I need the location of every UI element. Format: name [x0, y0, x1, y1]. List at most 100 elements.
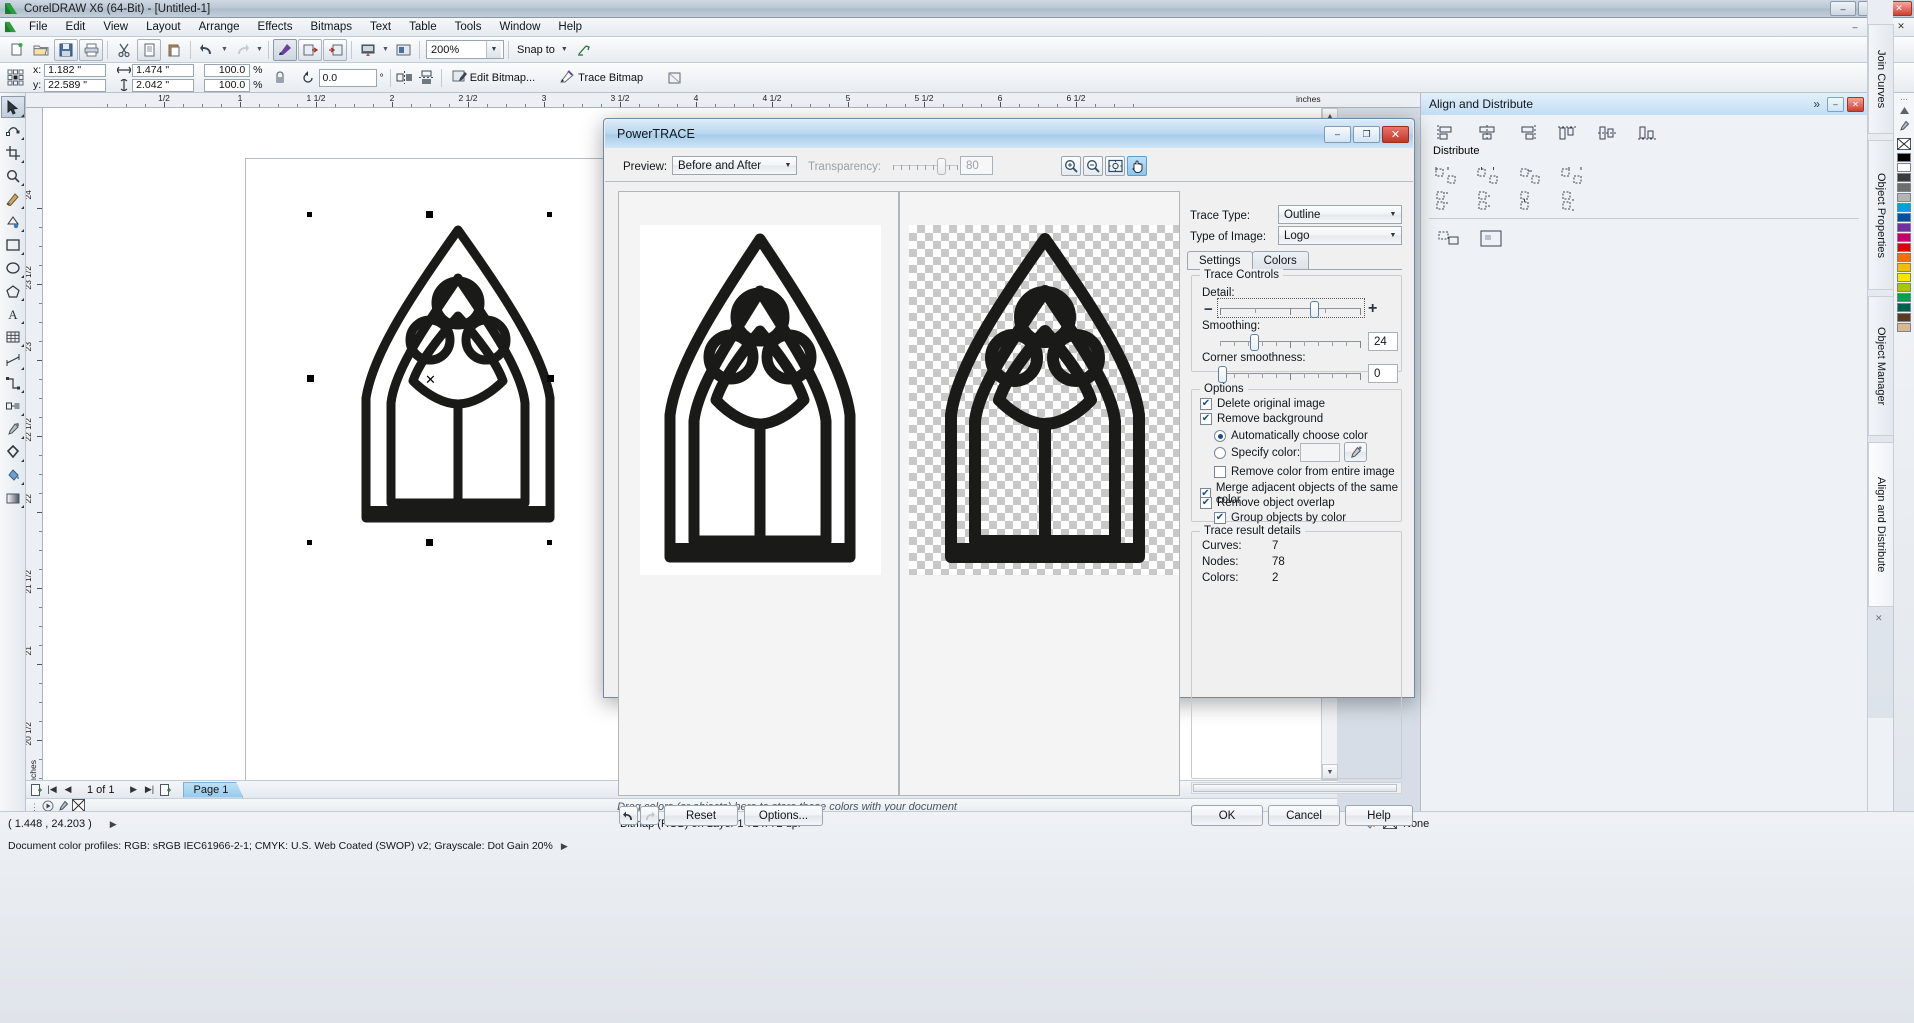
distribute-to-selection-button[interactable]	[1435, 227, 1463, 251]
tab-colors[interactable]: Colors	[1251, 251, 1309, 270]
tool-freehand[interactable]	[1, 188, 25, 210]
y-position-input[interactable]: 22.589 "	[44, 78, 107, 92]
color-swatch-gold[interactable]	[1897, 263, 1911, 272]
distribute-center-horizontal-button[interactable]	[1475, 165, 1503, 189]
vertical-ruler[interactable]: 2423 1/22322 1/22221 1/22120 1/220	[26, 108, 43, 780]
distribute-top-button[interactable]	[1433, 189, 1461, 213]
previous-page-button[interactable]: ◀	[61, 783, 75, 797]
remove-background-checkbox[interactable]: ✔ Remove background	[1200, 413, 1323, 425]
tool-pick[interactable]	[0, 96, 25, 118]
paste-button[interactable]	[162, 39, 186, 61]
cut-button[interactable]	[112, 39, 136, 61]
smoothing-slider[interactable]	[1220, 332, 1361, 351]
zoom-out-icon[interactable]	[1083, 156, 1103, 176]
distribute-center-vertical-button[interactable]	[1475, 189, 1503, 213]
tool-interactive-fill[interactable]	[1, 487, 25, 509]
selection-handle-nw[interactable]	[307, 212, 312, 217]
add-page-after-button[interactable]	[159, 783, 173, 797]
color-palette-eyedropper-icon[interactable]	[1898, 120, 1910, 135]
distribute-spacing-horizontal-button[interactable]	[1517, 165, 1545, 189]
tool-color-eyedropper[interactable]	[1, 418, 25, 440]
undo-button[interactable]	[195, 39, 219, 61]
menu-tools[interactable]: Tools	[446, 19, 491, 35]
powertrace-minimize-button[interactable]: –	[1324, 125, 1351, 143]
publish-to-pdf-button[interactable]	[356, 39, 380, 61]
distribute-spacing-vertical-button[interactable]	[1517, 189, 1545, 213]
mirror-vertical-button[interactable]	[416, 67, 438, 89]
undo-dropdown-arrow[interactable]: ▼	[220, 39, 229, 61]
transparency-slider[interactable]	[893, 156, 958, 175]
color-swatch-tan[interactable]	[1897, 323, 1911, 332]
selection-handle-sw[interactable]	[307, 540, 312, 545]
flyout-arrow-icon[interactable]	[20, 390, 24, 393]
docker-close-button[interactable]: ✕	[1847, 96, 1864, 112]
group-objects-by-color-checkbox[interactable]: ✔ Group objects by color	[1214, 512, 1346, 524]
flyout-arrow-icon[interactable]	[20, 137, 24, 140]
tool-text[interactable]: A	[1, 303, 25, 325]
powertrace-close-button[interactable]: ✕	[1382, 125, 1409, 143]
menu-file[interactable]: File	[20, 19, 57, 35]
color-swatch-black[interactable]	[1897, 153, 1911, 162]
menu-layout[interactable]: Layout	[137, 19, 190, 35]
new-document-button[interactable]	[4, 39, 28, 61]
tool-outline[interactable]	[1, 441, 25, 463]
trace-bitmap-button[interactable]: Trace Bitmap	[552, 67, 650, 89]
flyout-arrow-icon[interactable]	[20, 436, 24, 439]
color-swatch-lightgray[interactable]	[1897, 193, 1911, 202]
docker-tab-object-properties[interactable]: Object Properties	[1868, 140, 1894, 290]
zoom-fit-icon[interactable]	[1105, 156, 1125, 176]
tool-polygon[interactable]	[1, 280, 25, 302]
color-swatch-yellow[interactable]	[1897, 273, 1911, 282]
resample-bitmap-button[interactable]	[664, 67, 686, 89]
detail-slider[interactable]	[1220, 299, 1361, 318]
ok-button[interactable]: OK	[1191, 805, 1263, 826]
docker-tab-align-and-distribute[interactable]: Align and Distribute	[1868, 442, 1894, 607]
color-swatch-darkgray[interactable]	[1897, 173, 1911, 182]
width-input[interactable]: 1.474 "	[132, 63, 195, 77]
delete-original-image-checkbox[interactable]: ✔ Delete original image	[1200, 398, 1325, 410]
color-swatch-green[interactable]	[1897, 293, 1911, 302]
document-minimize-button[interactable]: –	[1844, 19, 1866, 34]
zoom-level-combo[interactable]: 200% ▼	[426, 40, 504, 59]
tool-zoom[interactable]	[1, 165, 25, 187]
menu-effects[interactable]: Effects	[249, 19, 302, 35]
color-swatch-red[interactable]	[1897, 243, 1911, 252]
eyedropper-icon[interactable]	[1344, 442, 1367, 462]
detail-decrease-button[interactable]: −	[1204, 302, 1213, 317]
edit-bitmap-button[interactable]: Edit Bitmap...	[445, 67, 542, 89]
color-swatch-yellowgreen[interactable]	[1897, 283, 1911, 292]
automatically-choose-color-radio[interactable]: Automatically choose color	[1214, 430, 1368, 442]
flyout-arrow-icon[interactable]	[20, 413, 24, 416]
undo-icon[interactable]	[619, 806, 638, 825]
import-button[interactable]	[298, 38, 322, 61]
lock-ratio-icon[interactable]	[269, 67, 291, 89]
color-swatch-purple[interactable]	[1897, 223, 1911, 232]
settings-panel-horizontal-scrollbar[interactable]	[1191, 782, 1402, 794]
next-page-button[interactable]: ▶	[127, 783, 141, 797]
tool-ellipse[interactable]	[1, 257, 25, 279]
first-page-button[interactable]: |◀	[45, 783, 59, 797]
tool-parallel-dimension[interactable]	[1, 349, 25, 371]
save-document-button[interactable]	[54, 38, 78, 61]
color-swatch-magenta[interactable]	[1897, 233, 1911, 242]
selection-handle-n[interactable]	[426, 211, 433, 218]
color-palette-grip[interactable]: ⋯	[1900, 95, 1908, 104]
redo-icon[interactable]	[640, 806, 659, 825]
color-swatch-teal[interactable]	[1897, 303, 1911, 312]
chevron-down-icon[interactable]: ▼	[1385, 206, 1401, 223]
distribute-to-page-button[interactable]	[1477, 227, 1505, 251]
tool-crop[interactable]	[1, 142, 25, 164]
vertical-scale-input[interactable]: 100.0	[204, 78, 251, 92]
align-bottom-button[interactable]	[1633, 121, 1661, 145]
color-profile-expand-icon[interactable]: ▶	[561, 841, 568, 852]
chevron-down-icon[interactable]: ▼	[561, 46, 568, 53]
trace-type-combo[interactable]: Outline ▼	[1278, 205, 1402, 224]
flyout-arrow-icon[interactable]	[20, 344, 24, 347]
flyout-arrow-icon[interactable]	[20, 252, 24, 255]
tool-rectangle[interactable]	[1, 234, 25, 256]
docker-tab-object-manager[interactable]: Object Manager	[1868, 296, 1894, 436]
open-document-button[interactable]	[29, 39, 53, 61]
docker-expand-button[interactable]: »	[1813, 97, 1820, 111]
detail-increase-button[interactable]: +	[1368, 301, 1377, 317]
status-expand-icon[interactable]: ▶	[110, 819, 117, 830]
